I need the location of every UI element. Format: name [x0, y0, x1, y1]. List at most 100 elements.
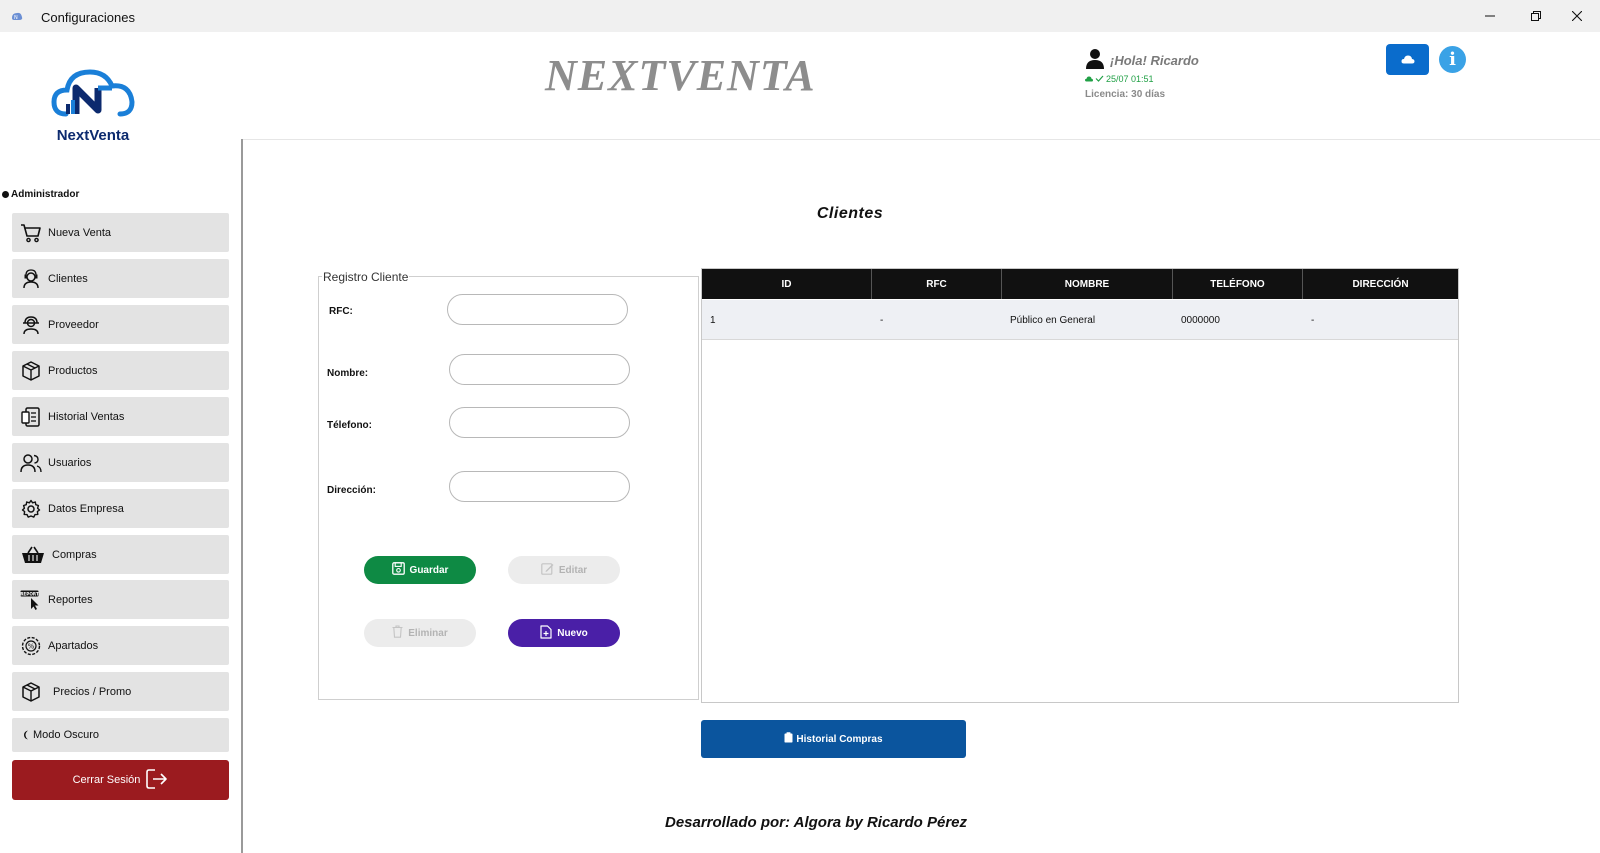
direccion-field[interactable]: [449, 471, 630, 502]
users-icon: [20, 452, 42, 474]
user-icon: [1085, 48, 1105, 70]
user-greeting: ¡Hola! Ricardo: [1110, 53, 1199, 68]
cloud-sync-button[interactable]: [1386, 44, 1429, 75]
new-label: Nuevo: [557, 627, 588, 639]
form-legend: Registro Cliente: [322, 270, 410, 284]
dark-mode-label: Modo Oscuro: [33, 729, 100, 741]
sales-history-icon: [20, 406, 42, 428]
column-header-rfc[interactable]: RFC: [872, 269, 1002, 299]
table-cell: -: [880, 314, 884, 326]
table-header: ID RFC NOMBRE TELÉFONO DIRECCIÓN: [702, 269, 1458, 299]
svg-text:%: %: [28, 642, 35, 650]
sidebar-item-label: Proveedor: [48, 318, 99, 331]
minimize-button[interactable]: [1467, 0, 1513, 32]
basket-icon: [20, 544, 46, 566]
box-icon: [20, 360, 42, 382]
logout-label: Cerrar Sesión: [72, 774, 141, 786]
role-dot-icon: [2, 191, 9, 198]
client-icon: [20, 268, 42, 290]
trash-icon: [392, 625, 403, 641]
save-label: Guardar: [409, 564, 449, 576]
moon-icon: [22, 724, 32, 746]
sidebar-divider: [241, 139, 243, 853]
rfc-label: RFC:: [329, 306, 353, 317]
sidebar-item-label: Clientes: [48, 272, 88, 285]
column-header-direccion[interactable]: DIRECCIÓN: [1303, 269, 1458, 299]
sync-time: 25/07 01:51: [1106, 74, 1154, 84]
footer-credit: Desarrollado por: Algora by Ricardo Pére…: [664, 814, 968, 831]
edit-label: Editar: [558, 564, 588, 576]
sidebar-item-nueva-venta[interactable]: Nueva Venta: [12, 213, 229, 252]
logout-button[interactable]: Cerrar Sesión: [12, 760, 229, 800]
table-cell: 1: [710, 314, 716, 326]
sidebar-item-label: Nueva Venta: [48, 226, 111, 239]
close-button[interactable]: [1554, 0, 1600, 32]
price-box-icon: [20, 681, 42, 703]
sidebar-item-datos-empresa[interactable]: Datos Empresa: [12, 489, 229, 528]
save-button[interactable]: Guardar: [364, 556, 476, 584]
sidebar-item-label: Productos: [48, 364, 98, 377]
sidebar-item-label: Precios / Promo: [53, 685, 132, 698]
direccion-label: Dirección:: [327, 485, 376, 496]
check-icon: [1095, 74, 1104, 84]
sync-status: 25/07 01:51: [1085, 74, 1154, 84]
telefono-field[interactable]: [449, 407, 630, 438]
gear-icon: [20, 498, 42, 520]
cart-icon: [20, 222, 42, 244]
title-bar: N Configuraciones: [0, 0, 1600, 32]
header-divider: [242, 139, 1600, 140]
delete-button[interactable]: Eliminar: [364, 619, 476, 647]
sidebar-item-reportes[interactable]: REPORT Reportes: [12, 580, 229, 619]
minimize-icon: [1485, 11, 1495, 21]
delete-label: Eliminar: [408, 627, 448, 639]
sidebar-item-label: Reportes: [48, 593, 93, 606]
sidebar-item-precios-promo[interactable]: Precios / Promo: [12, 672, 229, 711]
maximize-button[interactable]: [1513, 0, 1559, 32]
save-icon: [391, 562, 405, 578]
rfc-field[interactable]: [447, 294, 628, 325]
brand-logo: NextVenta: [40, 58, 146, 162]
sidebar-item-productos[interactable]: Productos: [12, 351, 229, 390]
column-header-id[interactable]: ID: [702, 269, 872, 299]
sidebar-item-historial-ventas[interactable]: Historial Ventas: [12, 397, 229, 436]
sidebar-item-label: Datos Empresa: [48, 502, 124, 515]
page-title: Clientes: [816, 205, 884, 222]
sidebar-item-label: Apartados: [48, 639, 99, 652]
sidebar-item-clientes[interactable]: Clientes: [12, 259, 229, 298]
table-cell: 0000000: [1181, 314, 1220, 326]
logout-icon: [146, 768, 168, 792]
sidebar-item-compras[interactable]: Compras: [12, 535, 229, 574]
info-icon: i: [1449, 49, 1456, 70]
sidebar-item-proveedor[interactable]: Proveedor: [12, 305, 229, 344]
clipboard-icon: [784, 732, 793, 746]
close-icon: [1572, 11, 1582, 21]
cloud-sync-icon: [1085, 74, 1093, 84]
edit-button[interactable]: Editar: [508, 556, 620, 584]
sidebar-item-apartados[interactable]: % Apartados: [12, 626, 229, 665]
sidebar-item-label: Usuarios: [48, 456, 92, 469]
clients-table: ID RFC NOMBRE TELÉFONO DIRECCIÓN 1 - Púb…: [701, 268, 1459, 703]
cloud-icon: [1401, 51, 1415, 69]
nombre-field[interactable]: [449, 354, 630, 385]
maximize-icon: [1531, 11, 1541, 21]
app-icon: N: [10, 9, 24, 21]
license-status: Licencia: 30 días: [1085, 89, 1166, 100]
supplier-icon: [20, 314, 42, 336]
purchase-history-button[interactable]: Historial Compras: [701, 720, 966, 758]
column-header-telefono[interactable]: TELÉFONO: [1173, 269, 1303, 299]
svg-text:REPORT: REPORT: [20, 591, 39, 596]
dark-mode-toggle[interactable]: Modo Oscuro: [12, 718, 229, 752]
window-title: Configuraciones: [41, 10, 135, 25]
table-row[interactable]: 1 - Público en General 0000000 -: [702, 300, 1458, 340]
role-label: Administrador: [11, 189, 80, 200]
purchase-history-label: Historial Compras: [796, 733, 883, 745]
column-header-nombre[interactable]: NOMBRE: [1002, 269, 1173, 299]
info-button[interactable]: i: [1439, 46, 1466, 73]
sidebar-item-usuarios[interactable]: Usuarios: [12, 443, 229, 482]
new-button[interactable]: Nuevo: [508, 619, 620, 647]
brand-title: NEXTVENTA: [545, 51, 816, 100]
user-role: Administrador: [2, 189, 79, 200]
svg-text:N: N: [14, 15, 18, 21]
nombre-label: Nombre:: [327, 368, 369, 379]
table-cell: -: [1311, 314, 1315, 326]
